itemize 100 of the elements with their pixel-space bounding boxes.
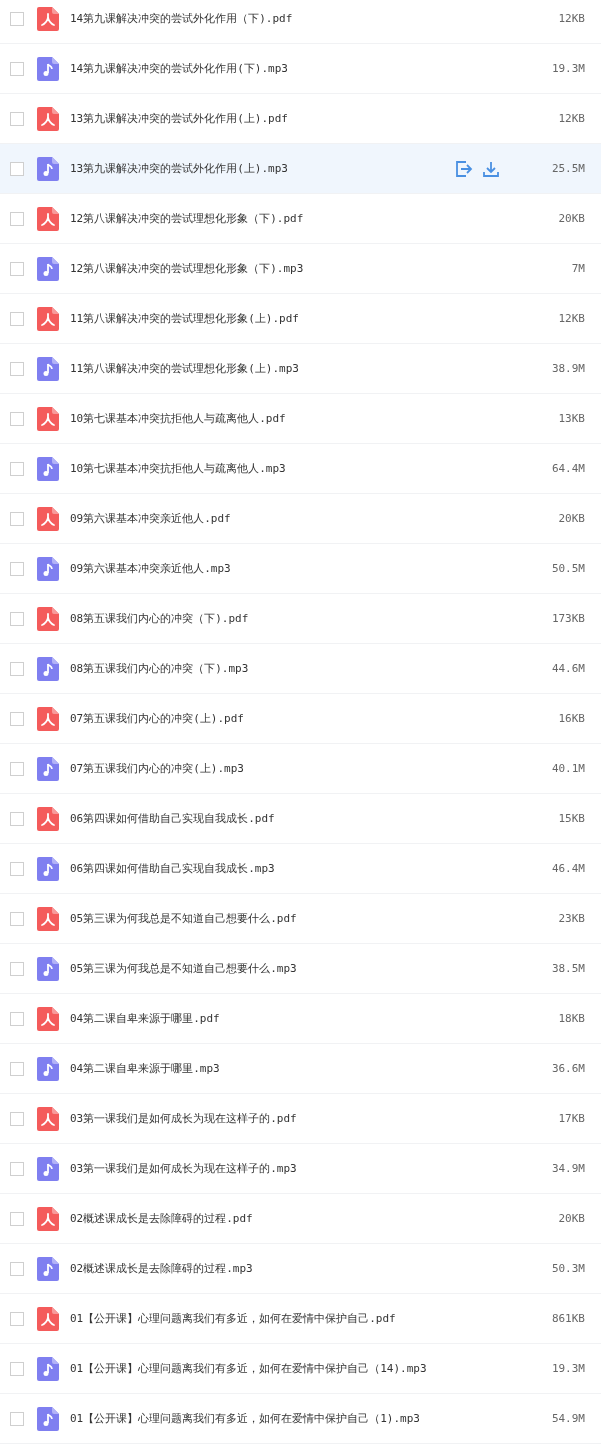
- file-name[interactable]: 14第九课解决冲突的尝试外化作用（下).pdf: [70, 11, 525, 26]
- checkbox[interactable]: [10, 1161, 24, 1176]
- checkbox[interactable]: [10, 611, 24, 626]
- checkbox[interactable]: [10, 111, 24, 126]
- file-size: 12KB: [557, 12, 585, 25]
- file-name[interactable]: 13第九课解决冲突的尝试外化作用(上).pdf: [70, 111, 525, 126]
- music-file-icon: [37, 456, 59, 481]
- checkbox[interactable]: [10, 711, 24, 726]
- checkbox[interactable]: [10, 1111, 24, 1126]
- checkbox[interactable]: [10, 361, 24, 376]
- file-name[interactable]: 09第六课基本冲突亲近他人.pdf: [70, 511, 525, 526]
- file-name[interactable]: 05第三课为何我总是不知道自己想要什么.mp3: [70, 961, 525, 976]
- music-file-icon: [37, 756, 59, 781]
- file-name[interactable]: 08第五课我们内心的冲突（下).mp3: [70, 661, 525, 676]
- checkbox[interactable]: [10, 1361, 24, 1376]
- file-size: 44.6M: [550, 662, 585, 675]
- file-row[interactable]: 13第九课解决冲突的尝试外化作用(上).mp3 25.5M: [0, 144, 601, 194]
- checkbox[interactable]: [10, 961, 24, 976]
- file-name[interactable]: 02概述课成长是去除障碍的过程.mp3: [70, 1261, 525, 1276]
- pdf-file-icon: [37, 606, 59, 631]
- file-name[interactable]: 01【公开课】心理问题离我们有多近，如何在爱情中保护自己.pdf: [70, 1311, 525, 1326]
- file-name[interactable]: 07第五课我们内心的冲突(上).mp3: [70, 761, 525, 776]
- file-size: 25.5M: [550, 162, 585, 175]
- file-name[interactable]: 03第一课我们是如何成长为现在这样子的.mp3: [70, 1161, 525, 1176]
- file-size: 13KB: [557, 412, 585, 425]
- file-size: 34.9M: [550, 1162, 585, 1175]
- file-name[interactable]: 01【公开课】心理问题离我们有多近，如何在爱情中保护自己（14).mp3: [70, 1361, 525, 1376]
- pdf-file-icon: [37, 806, 59, 831]
- checkbox[interactable]: [10, 1311, 24, 1326]
- checkbox[interactable]: [10, 61, 24, 76]
- checkbox[interactable]: [10, 761, 24, 776]
- checkbox[interactable]: [10, 561, 24, 576]
- file-size: 20KB: [557, 1212, 585, 1225]
- file-name[interactable]: 05第三课为何我总是不知道自己想要什么.pdf: [70, 911, 525, 926]
- checkbox[interactable]: [10, 1261, 24, 1276]
- checkbox[interactable]: [10, 211, 24, 226]
- checkbox[interactable]: [10, 1061, 24, 1076]
- file-name[interactable]: 07第五课我们内心的冲突(上).pdf: [70, 711, 525, 726]
- pdf-file-icon: [37, 406, 59, 431]
- music-file-icon: [37, 1356, 59, 1381]
- file-size: 12KB: [557, 312, 585, 325]
- checkbox[interactable]: [10, 511, 24, 526]
- file-name[interactable]: 12第八课解决冲突的尝试理想化形象（下).mp3: [70, 261, 525, 276]
- checkbox[interactable]: [10, 861, 24, 876]
- file-name[interactable]: 01【公开课】心理问题离我们有多近，如何在爱情中保护自己（1).mp3: [70, 1411, 525, 1426]
- checkbox[interactable]: [10, 1211, 24, 1226]
- checkbox[interactable]: [10, 811, 24, 826]
- file-name[interactable]: 06第四课如何借助自己实现自我成长.pdf: [70, 811, 525, 826]
- file-name[interactable]: 11第八课解决冲突的尝试理想化形象(上).pdf: [70, 311, 525, 326]
- file-name[interactable]: 14第九课解决冲突的尝试外化作用(下).mp3: [70, 61, 525, 76]
- file-name[interactable]: 04第二课自卑来源于哪里.mp3: [70, 1061, 525, 1076]
- checkbox[interactable]: [10, 411, 24, 426]
- checkbox[interactable]: [10, 261, 24, 276]
- share-icon[interactable]: [456, 160, 473, 177]
- file-name[interactable]: 10第七课基本冲突抗拒他人与疏离他人.pdf: [70, 411, 525, 426]
- file-name[interactable]: 06第四课如何借助自己实现自我成长.mp3: [70, 861, 525, 876]
- checkbox[interactable]: [10, 1011, 24, 1026]
- checkbox[interactable]: [10, 1411, 24, 1426]
- file-name[interactable]: 13第九课解决冲突的尝试外化作用(上).mp3: [70, 161, 456, 176]
- music-file-icon: [37, 856, 59, 881]
- file-size: 17KB: [557, 1112, 585, 1125]
- file-name[interactable]: 03第一课我们是如何成长为现在这样子的.pdf: [70, 1111, 525, 1126]
- checkbox[interactable]: [10, 11, 24, 26]
- file-name[interactable]: 12第八课解决冲突的尝试理想化形象（下).pdf: [70, 211, 525, 226]
- file-size: 23KB: [557, 912, 585, 925]
- file-name[interactable]: 11第八课解决冲突的尝试理想化形象(上).mp3: [70, 361, 525, 376]
- file-size: 173KB: [550, 612, 585, 625]
- file-size: 20KB: [557, 212, 585, 225]
- checkbox[interactable]: [10, 311, 24, 326]
- file-name[interactable]: 09第六课基本冲突亲近他人.mp3: [70, 561, 525, 576]
- file-size: 19.3M: [550, 1362, 585, 1375]
- checkbox[interactable]: [10, 911, 24, 926]
- file-name[interactable]: 10第七课基本冲突抗拒他人与疏离他人.mp3: [70, 461, 525, 476]
- file-size: 38.5M: [550, 962, 585, 975]
- music-file-icon: [37, 356, 59, 381]
- file-size: 50.3M: [550, 1262, 585, 1275]
- music-file-icon: [37, 156, 59, 181]
- music-file-icon: [37, 1056, 59, 1081]
- download-icon[interactable]: [483, 160, 499, 177]
- pdf-file-icon: [37, 1206, 59, 1231]
- music-file-icon: [37, 1406, 59, 1431]
- file-size: 36.6M: [550, 1062, 585, 1075]
- pdf-file-icon: [37, 1106, 59, 1131]
- checkbox[interactable]: [10, 461, 24, 476]
- file-size: 64.4M: [550, 462, 585, 475]
- file-size: 54.9M: [550, 1412, 585, 1425]
- pdf-file-icon: [37, 6, 59, 31]
- checkbox[interactable]: [10, 161, 24, 176]
- checkbox[interactable]: [10, 661, 24, 676]
- file-name[interactable]: 02概述课成长是去除障碍的过程.pdf: [70, 1211, 525, 1226]
- music-file-icon: [37, 556, 59, 581]
- file-size: 15KB: [557, 812, 585, 825]
- pdf-file-icon: [37, 206, 59, 231]
- pdf-file-icon: [37, 106, 59, 131]
- file-size: 12KB: [557, 112, 585, 125]
- music-file-icon: [37, 256, 59, 281]
- file-name[interactable]: 04第二课自卑来源于哪里.pdf: [70, 1011, 525, 1026]
- file-name[interactable]: 08第五课我们内心的冲突（下).pdf: [70, 611, 525, 626]
- file-size: 16KB: [557, 712, 585, 725]
- file-size: 18KB: [557, 1012, 585, 1025]
